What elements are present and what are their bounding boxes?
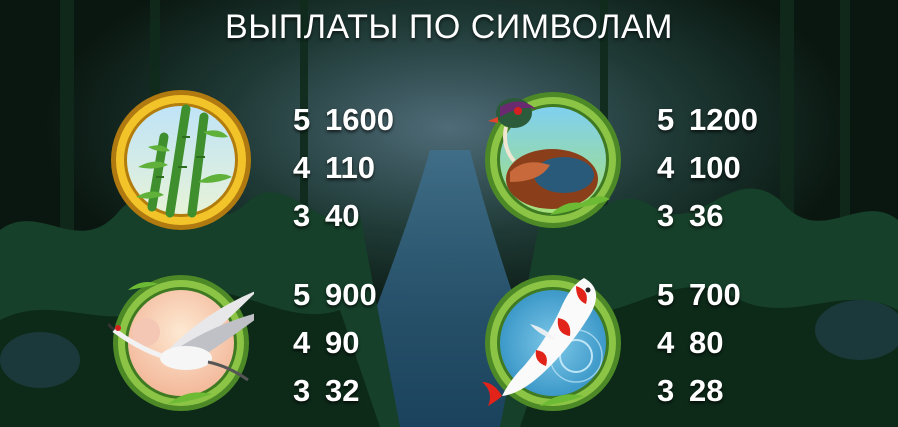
payout-row: 4 110 — [293, 144, 433, 192]
symbol-count: 4 — [293, 150, 311, 185]
payout-row: 5 1200 — [657, 96, 797, 144]
symbol-count: 3 — [293, 373, 311, 408]
payout-row: 5 900 — [293, 271, 433, 319]
payout-row: 3 28 — [657, 367, 797, 415]
payout-amount: 900 — [325, 277, 377, 312]
payout-row: 4 90 — [293, 319, 433, 367]
payout-amount: 700 — [689, 277, 741, 312]
koi-fish-paytable: 5 700 4 80 3 28 — [657, 271, 797, 415]
koi-fish-icon — [482, 275, 621, 411]
duck-icon — [485, 92, 621, 228]
payout-amount: 1600 — [325, 102, 394, 137]
payout-amount: 28 — [689, 373, 724, 408]
symbol-count: 4 — [293, 325, 311, 360]
payout-amount: 1200 — [689, 102, 758, 137]
symbol-count: 5 — [293, 102, 311, 137]
payout-row: 4 80 — [657, 319, 797, 367]
payout-amount: 110 — [325, 150, 376, 185]
payout-row: 5 1600 — [293, 96, 433, 144]
duck-paytable: 5 1200 4 100 3 36 — [657, 96, 797, 240]
symbol-count: 4 — [657, 325, 675, 360]
payout-amount: 40 — [325, 198, 360, 233]
bamboo-symbol — [108, 87, 254, 233]
payout-amount: 36 — [689, 198, 724, 233]
page-title: ВЫПЛАТЫ ПО СИМВОЛАМ — [225, 8, 673, 46]
bamboo-paytable: 5 1600 4 110 3 40 — [293, 96, 433, 240]
symbol-count: 5 — [657, 102, 675, 137]
symbol-count: 3 — [657, 373, 675, 408]
payout-amount: 100 — [689, 150, 741, 185]
payout-row: 4 100 — [657, 144, 797, 192]
koi-fish-symbol — [480, 270, 626, 416]
symbol-count: 3 — [657, 198, 675, 233]
symbol-count: 5 — [293, 277, 311, 312]
duck-symbol — [480, 87, 626, 233]
symbol-count: 5 — [657, 277, 675, 312]
crane-symbol — [108, 270, 254, 416]
symbol-count: 3 — [293, 198, 311, 233]
payout-amount: 90 — [325, 325, 360, 360]
payout-row: 3 36 — [657, 192, 797, 240]
payout-amount: 32 — [325, 373, 360, 408]
payout-row: 3 40 — [293, 192, 433, 240]
payout-row: 3 32 — [293, 367, 433, 415]
bamboo-icon — [111, 90, 251, 230]
crane-paytable: 5 900 4 90 3 32 — [293, 271, 433, 415]
crane-icon — [108, 275, 254, 411]
symbol-count: 4 — [657, 150, 675, 185]
payout-row: 5 700 — [657, 271, 797, 319]
payout-amount: 80 — [689, 325, 724, 360]
